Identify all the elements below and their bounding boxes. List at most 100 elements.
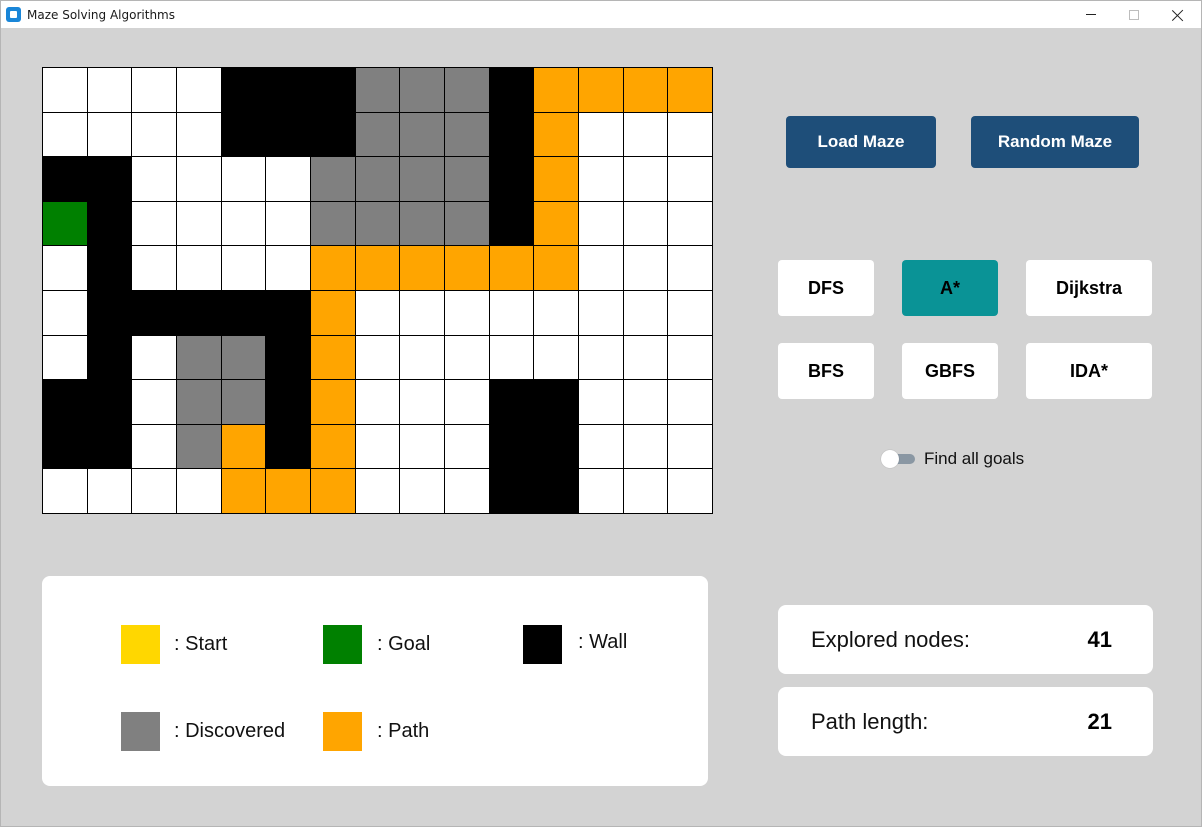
maze-cell-open[interactable] [355,335,400,380]
maze-cell-open[interactable] [668,246,712,290]
maze-cell-open[interactable] [668,469,712,513]
maze-cell-path[interactable] [623,68,668,112]
maze-cell-open[interactable] [623,246,668,290]
maze-cell-open[interactable] [132,112,176,157]
maze-cell-discovered[interactable] [400,68,444,112]
maze-cell-open[interactable] [355,424,400,469]
maze-cell-wall[interactable] [87,246,132,290]
close-button[interactable] [1155,1,1201,28]
maze-cell-open[interactable] [579,112,623,157]
maze-cell-wall[interactable] [87,290,132,335]
maze-cell-path[interactable] [311,246,355,290]
maze-cell-wall[interactable] [489,112,534,157]
maze-cell-open[interactable] [400,469,444,513]
maze-cell-wall[interactable] [87,201,132,246]
maze-cell-open[interactable] [445,290,489,335]
minimize-button[interactable] [1068,1,1114,28]
maze-cell-wall[interactable] [87,157,132,201]
maze-cell-open[interactable] [623,424,668,469]
maze-cell-open[interactable] [668,424,712,469]
maze-cell-open[interactable] [579,290,623,335]
maze-cell-open[interactable] [668,335,712,380]
maze-cell-discovered[interactable] [355,157,400,201]
maze-cell-open[interactable] [668,112,712,157]
maze-cell-wall[interactable] [489,157,534,201]
maze-cell-open[interactable] [43,112,87,157]
maze-cell-path[interactable] [534,112,578,157]
maze-cell-open[interactable] [623,112,668,157]
maze-cell-discovered[interactable] [445,68,489,112]
maze-cell-discovered[interactable] [445,112,489,157]
maze-cell-open[interactable] [177,157,221,201]
maze-cell-open[interactable] [221,246,266,290]
maze-cell-open[interactable] [132,68,176,112]
maze-cell-path[interactable] [534,68,578,112]
maze-cell-discovered[interactable] [400,112,444,157]
maze-cell-wall[interactable] [266,335,310,380]
maze-cell-open[interactable] [132,335,176,380]
maze-cell-open[interactable] [132,469,176,513]
maze-cell-open[interactable] [445,469,489,513]
maze-cell-discovered[interactable] [177,380,221,424]
maze-cell-open[interactable] [355,290,400,335]
maze-cell-open[interactable] [489,290,534,335]
maze-cell-open[interactable] [221,201,266,246]
maze-cell-wall[interactable] [489,424,534,469]
maze-cell-discovered[interactable] [355,201,400,246]
maze-cell-discovered[interactable] [221,380,266,424]
maze-cell-discovered[interactable] [445,157,489,201]
maze-cell-wall[interactable] [266,112,310,157]
maze-cell-path[interactable] [400,246,444,290]
maze-cell-wall[interactable] [221,290,266,335]
maze-cell-open[interactable] [623,290,668,335]
maze-cell-open[interactable] [579,201,623,246]
algo-button-dijkstra[interactable]: Dijkstra [1026,260,1152,316]
maze-cell-open[interactable] [177,68,221,112]
maze-cell-open[interactable] [579,469,623,513]
maze-cell-open[interactable] [132,157,176,201]
algo-button-bfs[interactable]: BFS [778,343,874,399]
maze-cell-wall[interactable] [534,424,578,469]
maze-cell-discovered[interactable] [311,157,355,201]
maze-cell-open[interactable] [623,201,668,246]
maze-cell-open[interactable] [489,335,534,380]
maze-cell-open[interactable] [534,290,578,335]
maze-cell-open[interactable] [266,157,310,201]
maze-cell-path[interactable] [311,469,355,513]
maze-cell-open[interactable] [534,335,578,380]
maze-cell-open[interactable] [400,424,444,469]
maze-cell-wall[interactable] [266,424,310,469]
maze-cell-path[interactable] [668,68,712,112]
maze-cell-open[interactable] [87,469,132,513]
maze-cell-wall[interactable] [87,380,132,424]
maze-cell-open[interactable] [43,246,87,290]
maze-cell-wall[interactable] [266,290,310,335]
maze-cell-open[interactable] [43,469,87,513]
maze-cell-wall[interactable] [311,112,355,157]
maze-cell-discovered[interactable] [177,335,221,380]
algo-button-dfs[interactable]: DFS [778,260,874,316]
maze-cell-wall[interactable] [87,335,132,380]
maze-cell-discovered[interactable] [355,68,400,112]
maze-cell-path[interactable] [311,424,355,469]
maze-cell-open[interactable] [668,157,712,201]
maze-cell-path[interactable] [534,246,578,290]
maze-cell-wall[interactable] [489,469,534,513]
maze-cell-wall[interactable] [43,424,87,469]
maze-cell-wall[interactable] [132,290,176,335]
maze-cell-open[interactable] [132,201,176,246]
maze-cell-open[interactable] [177,112,221,157]
maze-cell-discovered[interactable] [400,157,444,201]
maze-cell-open[interactable] [445,424,489,469]
maze-cell-path[interactable] [311,290,355,335]
maze-cell-open[interactable] [87,68,132,112]
maze-cell-open[interactable] [579,424,623,469]
maze-cell-open[interactable] [623,469,668,513]
maze-cell-wall[interactable] [43,157,87,201]
maze-cell-open[interactable] [221,157,266,201]
maze-cell-open[interactable] [43,68,87,112]
maze-cell-discovered[interactable] [177,424,221,469]
maze-cell-path[interactable] [311,335,355,380]
maze-cell-wall[interactable] [534,380,578,424]
maze-cell-wall[interactable] [489,201,534,246]
